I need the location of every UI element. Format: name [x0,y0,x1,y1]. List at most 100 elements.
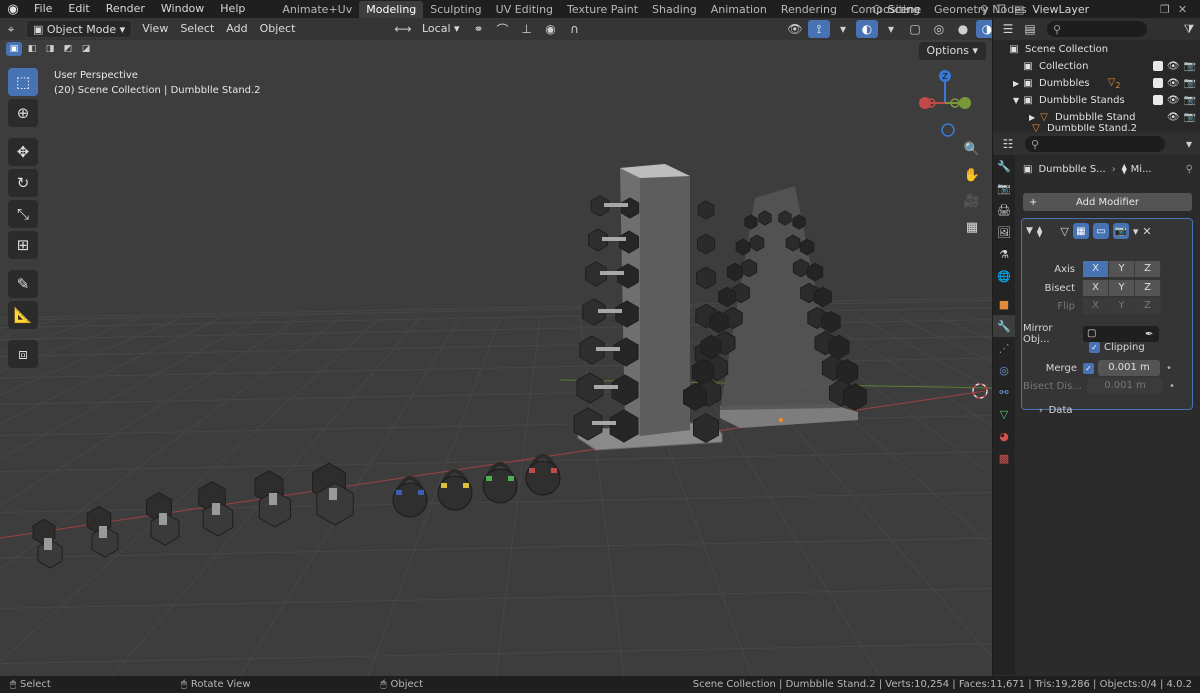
world-tab-icon[interactable]: 🌐 [993,265,1015,287]
transform-tool-icon[interactable]: ⊞ [8,231,38,259]
pin-icon[interactable]: ⚲ [980,3,988,16]
bisect-y-toggle[interactable]: Y [1109,280,1135,296]
render-tab-icon[interactable]: 📷 [993,177,1015,199]
tab-sculpting[interactable]: Sculpting [423,1,488,18]
tab-animation[interactable]: Animation [704,1,774,18]
options-dropdown[interactable]: Options ▾ [918,42,986,60]
remove-view-layer-icon[interactable]: ✕ [1178,3,1187,16]
data-subpanel[interactable]: › Data [1039,405,1073,416]
rotate-tool-icon[interactable]: ↻ [8,169,38,197]
menu-render[interactable]: Render [98,0,153,18]
editor-type-icon[interactable]: ⌖ [0,20,22,38]
select-box-tool-icon[interactable]: ⬚ [8,68,38,96]
clipping-checkbox[interactable]: ✓ [1089,342,1100,353]
new-scene-icon[interactable]: ❐ [996,3,1006,16]
tab-texture-paint[interactable]: Texture Paint [560,1,645,18]
tab-rendering[interactable]: Rendering [774,1,844,18]
properties-search-input[interactable]: ⚲ [1025,136,1165,152]
render-camera-icon[interactable]: 📷 [1184,112,1196,123]
eyedropper-icon[interactable]: ✒ [1145,329,1153,340]
include-checkbox[interactable] [1152,61,1163,71]
axis-y-toggle[interactable]: Y [1109,261,1135,277]
tab-modeling[interactable]: Modeling [359,0,424,18]
gizmo-y-axis[interactable] [959,97,971,109]
properties-dropdown-icon[interactable]: ▾ [1178,135,1200,153]
move-tool-icon[interactable]: ✥ [8,138,38,166]
filter-icon[interactable]: ⧩ [1178,20,1200,38]
measure-tool-icon[interactable]: 📐 [8,301,38,329]
eye-icon[interactable]: 👁 [1167,112,1180,123]
outliner-row-dumbbles[interactable]: ▶ ▣ Dumbbles ▽2 👁 📷 [993,75,1200,92]
render-camera-icon[interactable]: 📷 [1184,61,1196,72]
annotate-tool-icon[interactable]: ✎ [8,270,38,298]
render-camera-icon[interactable]: 📷 [1184,78,1196,89]
object-tab-icon[interactable]: ■ [993,293,1015,315]
select-intersect-icon[interactable]: ◪ [78,42,94,56]
gizmo-dropdown-icon[interactable]: ▾ [832,20,854,38]
bisect-x-toggle[interactable]: X [1083,280,1109,296]
physics-tab-icon[interactable]: ◎ [993,359,1015,381]
tab-uv-editing[interactable]: UV Editing [489,1,560,18]
expand-arrow-icon[interactable]: ▶ [1013,79,1021,88]
menu-select[interactable]: Select [174,20,220,38]
pin-icon[interactable]: ⚲ [1186,164,1193,175]
collapse-arrow-icon[interactable]: ▼ [1013,96,1021,105]
include-checkbox[interactable] [1152,95,1163,105]
remove-modifier-icon[interactable]: ✕ [1142,225,1151,238]
visibility-icon[interactable]: 👁 [784,20,806,38]
display-mode-icon[interactable]: ▤ [1019,20,1041,38]
render-toggle-icon[interactable]: 📷 [1112,223,1129,239]
3d-viewport[interactable]: ⌖ ▣ Object Mode ▾ View Select Add Object… [0,18,992,676]
render-camera-icon[interactable]: 📷 [1184,95,1196,106]
merge-checkbox[interactable]: ✓ [1083,362,1094,374]
realtime-display-icon[interactable]: ▭ [1092,223,1109,239]
eye-icon[interactable]: 👁 [1167,95,1180,106]
scene-selector[interactable]: ⬡ Scene [872,0,921,18]
orientation-dropdown[interactable]: Local ▾ [416,20,466,38]
modifier-tab-icon[interactable]: 🔧 [993,315,1015,337]
material-shading-icon[interactable]: ◑ [976,20,992,38]
tab-animate-uv[interactable]: Animate+Uv [275,1,359,18]
orthographic-grid-icon[interactable]: ▦ [960,216,984,238]
on-cage-icon[interactable]: ▦ [1072,223,1089,239]
menu-window[interactable]: Window [153,0,212,18]
overlay-toggle-icon[interactable]: ◐ [856,20,878,38]
outliner-row-dumbblle-stands[interactable]: ▼ ▣ Dumbblle Stands 👁 📷 [993,92,1200,109]
scene-tab-icon[interactable]: ⚗ [993,243,1015,265]
pivot-icon[interactable]: ⚭ [468,20,490,38]
bisect-z-toggle[interactable]: Z [1135,280,1161,296]
add-cube-tool-icon[interactable]: ⧈ [8,340,38,368]
menu-file[interactable]: File [26,0,60,18]
tool-tab-icon[interactable]: 🔧 [993,155,1015,177]
outliner-editor-icon[interactable]: ☰ [997,20,1019,38]
copy-view-layer-icon[interactable]: ❐ [1160,3,1170,16]
menu-edit[interactable]: Edit [60,0,97,18]
select-subtract-icon[interactable]: ◨ [42,42,58,56]
eye-icon[interactable]: 👁 [1167,78,1180,89]
zoom-icon[interactable]: 🔍 [960,138,984,160]
axis-x-toggle[interactable]: X [1083,261,1109,277]
modifier-dropdown-icon[interactable]: ▾ [1133,225,1139,238]
select-new-icon[interactable]: ▣ [6,42,22,56]
add-modifier-button[interactable]: + Add Modifier [1023,193,1192,211]
overlay-dropdown-icon[interactable]: ▾ [880,20,902,38]
menu-help[interactable]: Help [212,0,253,18]
select-invert-icon[interactable]: ◩ [60,42,76,56]
flip-y-toggle[interactable]: Y [1109,298,1135,314]
blender-logo-icon[interactable]: ◉ [0,0,26,18]
collapse-arrow-icon[interactable]: ▼ [1026,226,1033,236]
outliner-search-input[interactable]: ⚲ [1047,21,1147,37]
solid-shading-icon[interactable]: ● [952,20,974,38]
tab-shading[interactable]: Shading [645,1,704,18]
mode-dropdown[interactable]: ▣ Object Mode ▾ [26,20,133,38]
proportional-edit-icon[interactable]: ◉ [540,20,562,38]
particles-tab-icon[interactable]: ⋰ [993,337,1015,359]
xray-icon[interactable]: ▢ [904,20,926,38]
bisect-distance-field[interactable]: 0.001 m [1087,378,1163,394]
gizmo-toggle-icon[interactable]: ⟟ [808,20,830,38]
snap-target-icon[interactable]: ⊥ [516,20,538,38]
eye-icon[interactable]: 👁 [1167,61,1180,72]
menu-add[interactable]: Add [220,20,253,38]
view-layer-tab-icon[interactable]: 🖼 [993,221,1015,243]
material-tab-icon[interactable]: ◕ [993,425,1015,447]
